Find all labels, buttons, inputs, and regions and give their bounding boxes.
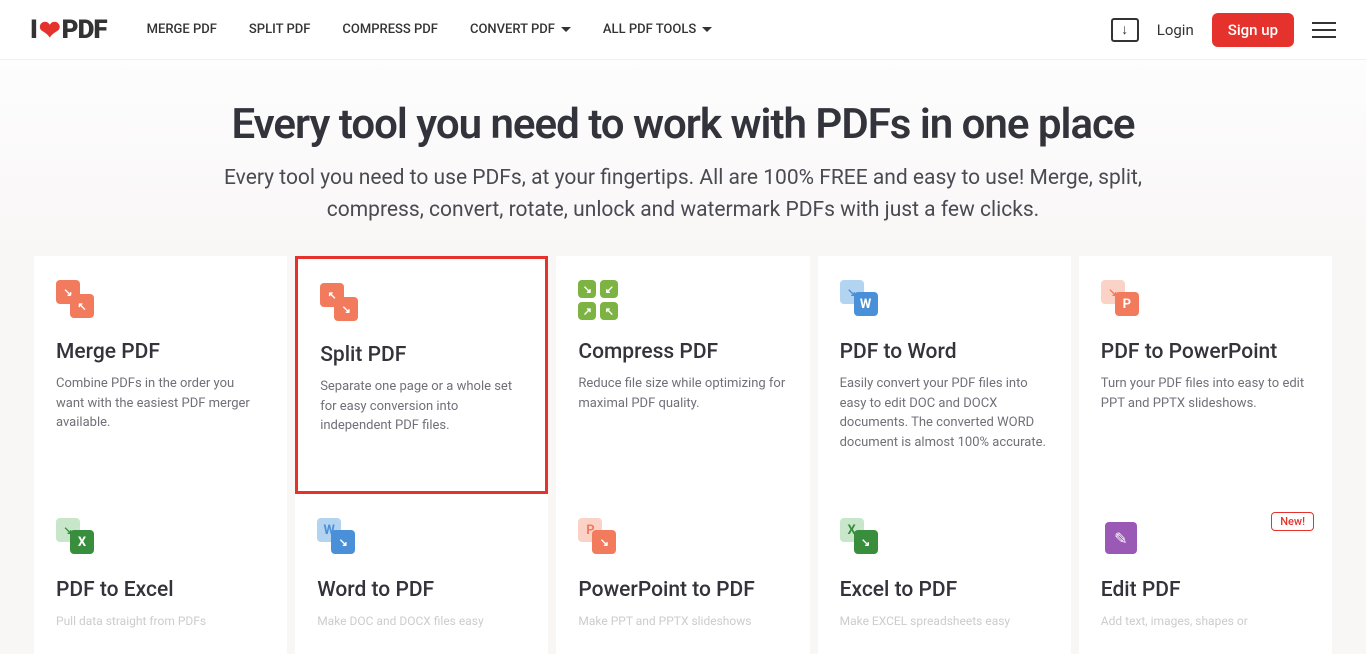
heart-icon: ❤: [39, 16, 60, 46]
word-icon: ↘ W: [840, 280, 882, 322]
tool-desc: Make EXCEL spreadsheets easy: [840, 612, 1049, 630]
tool-title: PDF to Word: [840, 340, 1049, 364]
logo[interactable]: I ❤ PDF: [30, 15, 107, 45]
tool-title: PDF to PowerPoint: [1101, 340, 1310, 364]
tool-desc: Pull data straight from PDFs: [56, 612, 265, 630]
tool-desc: Easily convert your PDF files into easy …: [840, 374, 1049, 452]
logo-text-1: I: [30, 15, 37, 45]
login-link[interactable]: Login: [1157, 21, 1194, 39]
tool-title: Edit PDF: [1101, 578, 1310, 602]
tool-desc: Make PPT and PPTX slideshows: [578, 612, 787, 630]
hamburger-menu-icon[interactable]: [1312, 17, 1336, 43]
tool-title: PDF to Excel: [56, 578, 265, 602]
tool-merge-pdf[interactable]: ↘ ↖ Merge PDF Combine PDFs in the order …: [34, 256, 287, 494]
logo-text-2: PDF: [62, 15, 107, 45]
tool-powerpoint-to-pdf[interactable]: P ↘ PowerPoint to PDF Make PPT and PPTX …: [556, 494, 809, 654]
nav-compress[interactable]: COMPRESS PDF: [342, 22, 438, 37]
hero-subtitle: Every tool you need to use PDFs, at your…: [193, 163, 1173, 226]
chevron-down-icon: [561, 27, 571, 32]
tool-title: Merge PDF: [56, 340, 265, 364]
split-icon: ↖ ↘: [320, 283, 362, 325]
hero-title: Every tool you need to work with PDFs in…: [30, 100, 1336, 149]
tool-word-to-pdf[interactable]: W ↘ Word to PDF Make DOC and DOCX files …: [295, 494, 548, 654]
tool-pdf-to-powerpoint[interactable]: ↘ P PDF to PowerPoint Turn your PDF file…: [1079, 256, 1332, 494]
tool-excel-to-pdf[interactable]: X ↘ Excel to PDF Make EXCEL spreadsheets…: [818, 494, 1071, 654]
tool-compress-pdf[interactable]: ↘ ↙ ↗ ↖ Compress PDF Reduce file size wh…: [556, 256, 809, 494]
nav-split[interactable]: SPLIT PDF: [249, 22, 310, 37]
tool-title: PowerPoint to PDF: [578, 578, 787, 602]
tool-desc: Combine PDFs in the order you want with …: [56, 374, 265, 433]
tool-title: Split PDF: [320, 343, 523, 367]
word-to-pdf-icon: W ↘: [317, 518, 359, 560]
tool-split-pdf[interactable]: ↖ ↘ Split PDF Separate one page or a who…: [295, 256, 548, 494]
download-icon[interactable]: [1111, 18, 1139, 42]
nav-merge[interactable]: MERGE PDF: [147, 22, 217, 37]
nav-all-tools[interactable]: ALL PDF TOOLS: [603, 22, 712, 37]
tool-title: Word to PDF: [317, 578, 526, 602]
tool-desc: Add text, images, shapes or: [1101, 612, 1310, 630]
excel-to-pdf-icon: X ↘: [840, 518, 882, 560]
new-badge: New!: [1271, 512, 1314, 531]
tool-pdf-to-excel[interactable]: ↘ X PDF to Excel Pull data straight from…: [34, 494, 287, 654]
signup-button[interactable]: Sign up: [1212, 13, 1294, 47]
excel-icon: ↘ X: [56, 518, 98, 560]
tool-title: Compress PDF: [578, 340, 787, 364]
tool-desc: Separate one page or a whole set for eas…: [320, 377, 523, 436]
tool-desc: Make DOC and DOCX files easy: [317, 612, 526, 630]
powerpoint-icon: ↘ P: [1101, 280, 1143, 322]
tool-pdf-to-word[interactable]: ↘ W PDF to Word Easily convert your PDF …: [818, 256, 1071, 494]
tool-title: Excel to PDF: [840, 578, 1049, 602]
merge-icon: ↘ ↖: [56, 280, 98, 322]
compress-icon: ↘ ↙ ↗ ↖: [578, 280, 620, 322]
edit-icon: ✎: [1101, 518, 1143, 560]
tool-desc: Turn your PDF files into easy to edit PP…: [1101, 374, 1310, 413]
tool-edit-pdf[interactable]: New! ✎ Edit PDF Add text, images, shapes…: [1079, 494, 1332, 654]
ppt-to-pdf-icon: P ↘: [578, 518, 620, 560]
chevron-down-icon: [702, 27, 712, 32]
nav-convert[interactable]: CONVERT PDF: [470, 22, 571, 37]
tool-desc: Reduce file size while optimizing for ma…: [578, 374, 787, 413]
